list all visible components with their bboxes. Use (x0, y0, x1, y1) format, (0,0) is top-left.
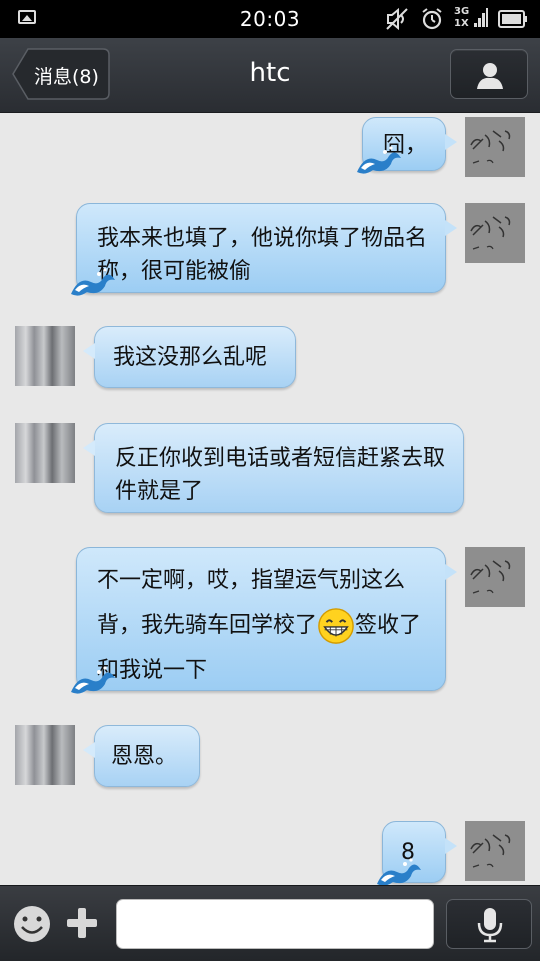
my-avatar[interactable] (465, 203, 525, 263)
alarm-icon (422, 8, 442, 30)
message-bubble-out[interactable]: 我本来也填了，他说你填了物品名称，很可能被偷 (71, 203, 457, 296)
battery-icon (498, 10, 527, 28)
status-bar: 20:03 3G 1X (0, 0, 540, 38)
my-avatar[interactable] (465, 821, 525, 881)
status-icons: 3G 1X (384, 6, 528, 32)
wave-decoration (377, 858, 421, 885)
message-bubble-in[interactable]: 我这没那么乱呢 (83, 326, 296, 388)
message-list[interactable]: 囧， 我本来也填了，他说你填了物品名称，很可能被偷 我这没那么乱呢 反正你收到电… (0, 113, 540, 885)
my-avatar[interactable] (465, 547, 525, 607)
microphone-icon (477, 908, 503, 943)
my-avatar[interactable] (465, 117, 525, 177)
message-text: 囧， (383, 133, 428, 158)
voice-button[interactable] (446, 899, 532, 949)
message-text: 恩恩。 (111, 744, 178, 769)
network-type-1x: 1X (454, 18, 469, 29)
mute-icon (386, 7, 408, 31)
contact-avatar[interactable] (15, 423, 75, 483)
message-text: 8 (401, 840, 415, 865)
message-text: 我本来也填了，他说你填了物品名称，很可能被偷 (97, 226, 428, 284)
message-bubble-in[interactable]: 反正你收到电话或者短信赶紧去取件就是了 (83, 423, 464, 513)
message-text: 反正你收到电话或者短信赶紧去取件就是了 (115, 446, 446, 504)
composer-bar (0, 885, 540, 961)
message-bubble-in[interactable]: 恩恩。 (83, 725, 200, 787)
contact-avatar[interactable] (15, 725, 75, 785)
message-bubble-out[interactable]: 8 (377, 821, 457, 885)
plus-icon[interactable] (64, 905, 100, 941)
signal-icon: 3G 1X (454, 6, 488, 32)
chat-header: 消息(8) htc (0, 38, 540, 113)
message-bubble-out[interactable]: 囧， (357, 117, 457, 174)
smiley-icon[interactable] (12, 904, 52, 944)
network-type-3g: 3G (454, 6, 470, 17)
grinning-face-icon (318, 608, 354, 644)
contact-profile-button[interactable] (450, 49, 528, 99)
message-text: 我这没那么乱呢 (113, 345, 268, 370)
message-bubble-out[interactable]: 不一定啊，哎，指望运气别这么背，我先骑车回学校了 签收了和我说一下 (71, 547, 457, 694)
contact-avatar[interactable] (15, 326, 75, 386)
profile-icon (477, 63, 503, 89)
message-input[interactable] (116, 899, 434, 949)
